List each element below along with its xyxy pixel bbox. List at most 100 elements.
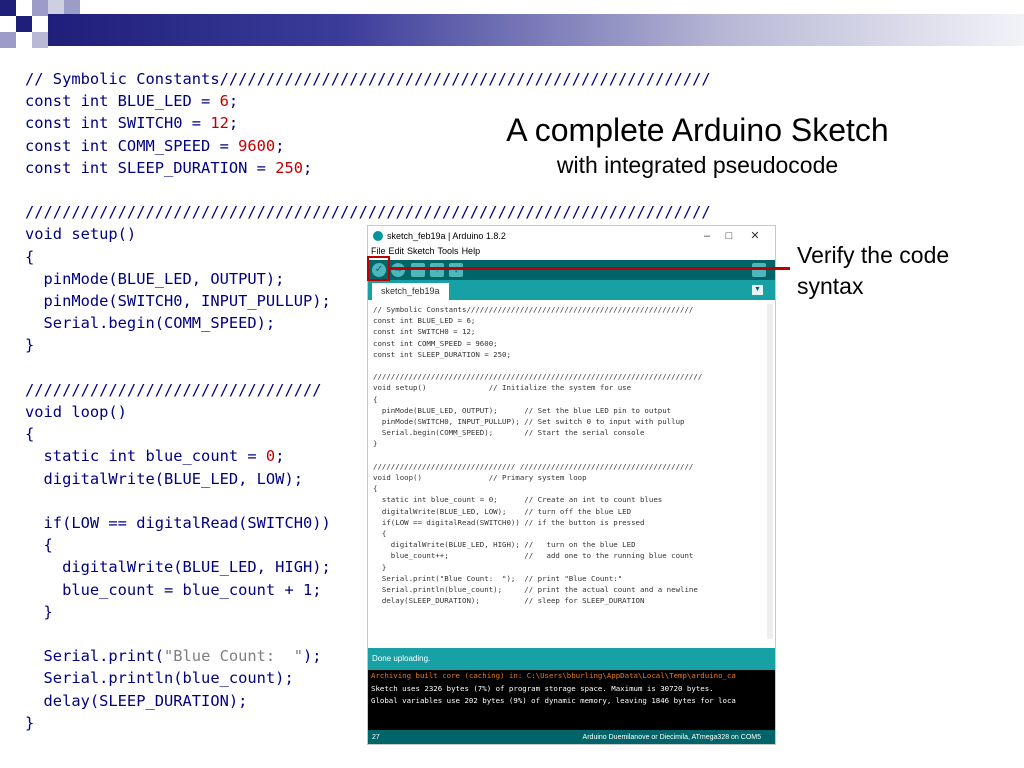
code-line: // Symbolic Constants///////////////////… xyxy=(25,70,711,88)
code-line: void loop() xyxy=(25,403,127,422)
menu-item-tools[interactable]: Tools xyxy=(438,246,459,256)
menu-item-sketch[interactable]: Sketch xyxy=(407,246,435,256)
editor-line: Serial.print("Blue Count: "); // print "… xyxy=(373,573,623,583)
editor-line: { xyxy=(373,484,378,494)
editor-line: const int SLEEP_DURATION = 250; xyxy=(373,349,511,359)
board-info: Arduino Duemilanove or Diecimila, ATmega… xyxy=(582,734,761,741)
editor-line: //////////////////////////////// ///////… xyxy=(373,461,694,471)
editor-line: const int COMM_SPEED = 9600; xyxy=(373,338,498,348)
editor-line: static int blue_count = 0; // Create an … xyxy=(373,495,663,505)
code-line: ; xyxy=(228,114,239,133)
editor-scrollbar[interactable] xyxy=(767,304,773,639)
editor-line: { xyxy=(373,394,378,404)
editor-line: { xyxy=(373,529,387,539)
code-line: { xyxy=(25,536,53,555)
code-line: //////////////////////////////// xyxy=(25,380,322,399)
code-line: pinMode(BLUE_LED, OUTPUT); xyxy=(25,269,285,288)
slide-decor-square xyxy=(16,16,32,32)
tab-sketch[interactable]: sketch_feb19a xyxy=(372,283,449,300)
slide-decor-square xyxy=(0,0,16,16)
code-string: "Blue Count: " xyxy=(164,647,303,666)
code-line: const int BLUE_LED = xyxy=(25,92,220,111)
serial-monitor-icon[interactable] xyxy=(752,263,766,277)
editor-line: const int BLUE_LED = 6; xyxy=(373,316,476,326)
line-number: 27 xyxy=(372,734,380,741)
ide-toolbar: ✓ → ↑ ↓ xyxy=(368,260,775,280)
editor-line: Serial.begin(COMM_SPEED); // Start the s… xyxy=(373,428,645,438)
slide-decor-square xyxy=(32,0,48,16)
status-bar: Done uploading. xyxy=(368,648,775,670)
code-line: digitalWrite(BLUE_LED, HIGH); xyxy=(25,558,331,577)
window-title: sketch_feb19a | Arduino 1.8.2 xyxy=(387,231,506,241)
maximize-icon[interactable]: □ xyxy=(722,229,736,243)
new-icon[interactable] xyxy=(411,263,425,277)
code-line: } xyxy=(25,713,35,732)
slide-header-bar xyxy=(48,14,1024,46)
code-line: { xyxy=(25,425,35,444)
minimize-icon[interactable]: – xyxy=(700,229,714,243)
ide-footer: 27 Arduino Duemilanove or Diecimila, ATm… xyxy=(368,730,775,744)
tab-menu-icon[interactable]: ▼ xyxy=(752,285,763,295)
code-line: ////////////////////////////////////////… xyxy=(25,203,711,222)
code-line: ; xyxy=(228,92,239,111)
code-line: ; xyxy=(275,447,285,466)
code-line: digitalWrite(BLUE_LED, LOW); xyxy=(25,469,303,488)
callout-text: Verify the code syntax xyxy=(797,242,950,299)
code-line: blue_count = blue_count + 1; xyxy=(25,580,322,599)
menu-item-help[interactable]: Help xyxy=(462,246,481,256)
code-line: if(LOW == digitalRead(SWITCH0)) xyxy=(25,514,331,533)
callout-arrow xyxy=(390,267,790,270)
code-line: Serial.begin(COMM_SPEED); xyxy=(25,314,276,333)
code-line: const int SWITCH0 = xyxy=(25,114,211,133)
editor-line: delay(SLEEP_DURATION); // sleep for SLEE… xyxy=(373,596,645,606)
code-number: 0 xyxy=(265,447,276,466)
close-icon[interactable]: ✕ xyxy=(748,229,762,243)
console-line: Global variables use 202 bytes (9%) of d… xyxy=(371,696,736,705)
code-editor[interactable]: // Symbolic Constants///////////////////… xyxy=(368,300,775,648)
code-line: void setup() xyxy=(25,225,137,244)
code-line: const int SLEEP_DURATION = xyxy=(25,158,276,177)
console-line: Archiving built core (caching) in: C:\Us… xyxy=(371,671,736,680)
menu-item-file[interactable]: File xyxy=(371,246,386,256)
code-line: Serial.print( xyxy=(25,647,164,666)
code-line: static int blue_count = xyxy=(25,447,266,466)
editor-line: ////////////////////////////////////////… xyxy=(373,372,703,382)
editor-line: digitalWrite(BLUE_LED, HIGH); // turn on… xyxy=(373,540,636,550)
code-line: ; xyxy=(303,158,313,177)
slide-decor-square xyxy=(48,0,64,14)
code-number: 250 xyxy=(275,158,303,177)
arduino-app-icon xyxy=(373,231,383,241)
editor-line: if(LOW == digitalRead(SWITCH0)) // if th… xyxy=(373,517,645,527)
code-number: 6 xyxy=(219,92,229,111)
editor-line: } xyxy=(373,562,387,572)
verify-highlight-box xyxy=(367,256,390,281)
upload-icon[interactable]: → xyxy=(391,263,405,277)
editor-line: digitalWrite(BLUE_LED, LOW); // turn off… xyxy=(373,506,632,516)
save-icon[interactable]: ↓ xyxy=(449,263,463,277)
slide-decor-square xyxy=(64,0,80,14)
slide-subtitle: with integrated pseudocode xyxy=(556,152,839,178)
code-number: 12 xyxy=(210,114,229,133)
code-line: ; xyxy=(275,136,285,155)
arduino-ide-window: sketch_feb19a | Arduino 1.8.2 – □ ✕ File… xyxy=(367,225,776,745)
slide-decor-square xyxy=(0,32,16,48)
output-console: Archiving built core (caching) in: C:\Us… xyxy=(368,670,775,730)
console-line: Sketch uses 2326 bytes (7%) of program s… xyxy=(371,684,714,693)
editor-line: // Symbolic Constants///////////////////… xyxy=(373,305,694,314)
open-icon[interactable]: ↑ xyxy=(430,263,444,277)
editor-code: // Symbolic Constants///////////////////… xyxy=(373,304,702,606)
menu-item-edit[interactable]: Edit xyxy=(389,246,405,256)
code-line: { xyxy=(25,247,35,266)
code-line: } xyxy=(25,602,53,621)
editor-line: blue_count++; // add one to the running … xyxy=(373,551,694,561)
code-line: const int COMM_SPEED = xyxy=(25,136,239,155)
code-line: pinMode(SWITCH0, INPUT_PULLUP); xyxy=(25,292,331,311)
window-titlebar: sketch_feb19a | Arduino 1.8.2 – □ ✕ xyxy=(368,226,775,246)
code-number: 9600 xyxy=(238,136,276,155)
code-line: ); xyxy=(303,647,322,666)
code-line: } xyxy=(25,336,35,355)
code-line: delay(SLEEP_DURATION); xyxy=(25,691,248,710)
tabs-bar: sketch_feb19a ▼ xyxy=(368,280,775,300)
slide-title: A complete Arduino Sketch xyxy=(506,112,889,148)
editor-line: void loop() // Primary system loop xyxy=(373,473,587,483)
